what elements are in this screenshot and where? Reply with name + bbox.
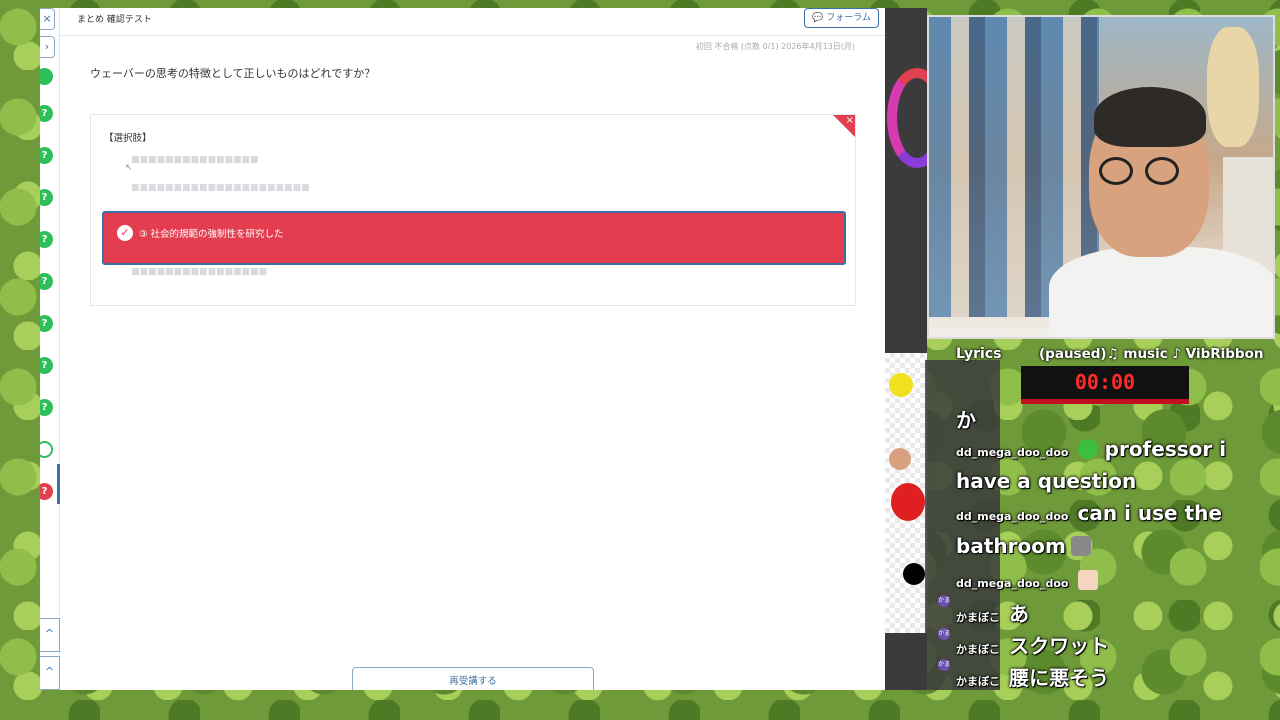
faded-choice-4: ■■■■■■■■■■■■■■■■: [131, 267, 268, 277]
check-circle-icon: ✓: [117, 225, 133, 241]
close-rail-button[interactable]: ×: [40, 8, 55, 30]
chat-message: か: [956, 408, 976, 432]
scroll-up-button[interactable]: ^: [40, 618, 60, 652]
timer: 00:00: [1021, 366, 1189, 404]
chat-username: かまぼこ: [956, 643, 1000, 656]
user-badge-icon: かま: [938, 595, 950, 607]
forum-label: フォーラム: [826, 13, 871, 23]
lesson-status-current-icon[interactable]: [40, 441, 53, 458]
expand-rail-button[interactable]: ›: [40, 36, 55, 58]
frog-emote-icon: [1077, 439, 1098, 459]
lesson-status-pass-icon[interactable]: ?: [40, 231, 53, 248]
forum-button[interactable]: 💬 フォーラム: [804, 8, 879, 28]
webcam-feed: [927, 15, 1275, 339]
chat-message: dd_mega_doo_doo can i use the: [956, 501, 1222, 525]
attempt-meta: 初回 不合格 (点数 0/1) 2026年4月13日(月): [695, 42, 855, 51]
chat-message: dd_mega_doo_doo: [956, 570, 1100, 591]
skin-swatch[interactable]: [889, 448, 911, 470]
incorrect-corner-badge: ×: [833, 115, 855, 137]
user-badge-icon: かま: [938, 659, 950, 671]
teddy-bear: [1207, 27, 1259, 147]
lyrics-label: Lyrics: [956, 346, 1002, 362]
black-swatch[interactable]: [903, 563, 925, 585]
chat-message: かまぼこ 腰に悪そう: [956, 666, 1110, 690]
chat-username: dd_mega_doo_doo: [956, 510, 1069, 523]
breadcrumb: まとめ 確認テスト: [77, 15, 152, 25]
lesson-status-pass-icon[interactable]: ?: [40, 105, 53, 122]
yellow-swatch[interactable]: [889, 373, 913, 397]
chat-username: かまぼこ: [956, 611, 1000, 624]
choices-title: 【選択肢】: [104, 133, 152, 144]
mouse-cursor-icon: ↖: [125, 163, 133, 173]
glasses: [1099, 157, 1189, 187]
close-icon: ×: [845, 115, 854, 126]
lms-header: まとめ 確認テスト 💬 フォーラム: [60, 8, 885, 36]
progress-rail: × › ? ? ? ? ? ? ? ? ? ^ ^: [40, 8, 60, 690]
red-swatch[interactable]: [891, 483, 925, 521]
lesson-status-pass-icon[interactable]: ?: [40, 147, 53, 164]
chat-message: かまぼこ あ: [956, 602, 1030, 626]
chat-message-continued: bathroom: [956, 534, 1093, 558]
lesson-status-pass-icon[interactable]: ?: [40, 357, 53, 374]
chat-bubble-icon: 💬: [812, 13, 824, 23]
user-badge-icon: かま: [938, 628, 950, 640]
lesson-status-pass-icon[interactable]: ?: [40, 189, 53, 206]
faded-choice-2: ■■■■■■■■■■■■■■■■■■■■■: [131, 183, 310, 193]
streamer-body: [1049, 247, 1273, 337]
lesson-status-pass-icon[interactable]: [40, 68, 53, 85]
chat-username: dd_mega_doo_doo: [956, 446, 1069, 459]
retake-button[interactable]: 再受講する: [352, 667, 594, 690]
lesson-status-pass-icon[interactable]: ?: [40, 315, 53, 332]
scroll-up-button-2[interactable]: ^: [40, 656, 60, 690]
anime-emote-icon: [1077, 570, 1098, 590]
paint-app-strip: [885, 8, 947, 690]
now-playing: (paused)♫ music ♪ VibRibbon: [1039, 346, 1264, 362]
question-text: ウェーバーの思考の特徴として正しいものはどれですか？: [90, 67, 376, 80]
streamer-hair: [1094, 87, 1206, 147]
chat-username: かまぼこ: [956, 675, 1000, 688]
chat-message: dd_mega_doo_doo professor i: [956, 437, 1227, 461]
faded-choice-1: ■■■■■■■■■■■■■■■: [131, 155, 259, 165]
lesson-status-fail-icon[interactable]: ?: [40, 483, 53, 500]
active-lesson-indicator: [57, 464, 60, 504]
lms-window: × › ? ? ? ? ? ? ? ? ? ^ ^ まとめ 確認テスト 💬 フォ…: [40, 8, 885, 690]
canvas-preview: [885, 353, 927, 633]
lesson-status-pass-icon[interactable]: ?: [40, 273, 53, 290]
chat-overlay: Lyrics (paused)♫ music ♪ VibRibbon 00:00…: [925, 340, 1267, 690]
timer-value: 00:00: [1074, 370, 1136, 394]
choices-panel: × 【選択肢】 ■■■■■■■■■■■■■■■ ■■■■■■■■■■■■■■■■…: [90, 114, 856, 306]
chat-username: dd_mega_doo_doo: [956, 577, 1069, 590]
cat-emote-icon: [1070, 536, 1091, 556]
selected-choice[interactable]: ✓ ③ 社会的規範の強制性を研究した: [102, 211, 846, 265]
selected-choice-label: ③ 社会的規範の強制性を研究した: [139, 229, 284, 240]
lesson-status-pass-icon[interactable]: ?: [40, 399, 53, 416]
chat-message: かまぼこ スクワット: [956, 634, 1110, 658]
chat-message-continued: have a question: [956, 469, 1137, 493]
